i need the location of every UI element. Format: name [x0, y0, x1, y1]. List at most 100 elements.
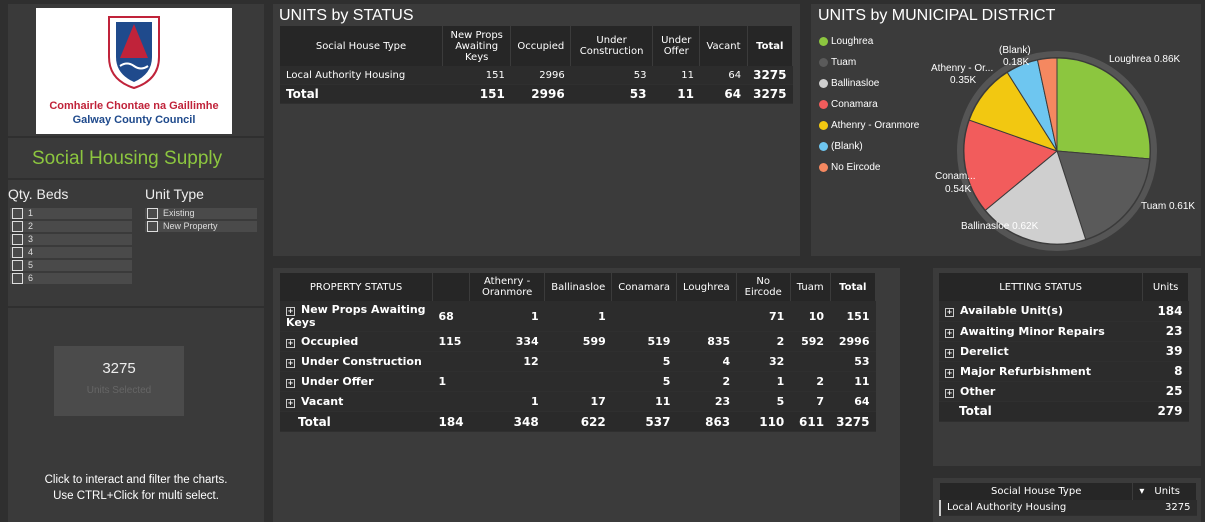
- checkbox-icon[interactable]: [12, 221, 23, 233]
- checkbox-icon[interactable]: [12, 208, 23, 220]
- letting-cell[interactable]: + Available Unit(s): [939, 301, 1143, 322]
- units-by-status-table[interactable]: Social House Type New Props Awaiting Keys…: [280, 26, 794, 104]
- property-cell[interactable]: + New Props Awaiting Keys: [280, 301, 433, 332]
- property-col-header[interactable]: Ballinasloe: [544, 273, 613, 301]
- letting-status-table[interactable]: LETTING STATUS Units + Available Unit(s) 18…: [939, 273, 1189, 422]
- letting-cell[interactable]: + Major Refurbishment: [939, 361, 1143, 382]
- property-cell: 5: [611, 371, 677, 392]
- slicer-panel: Qty. Beds 1 2 3 4 5 6 Unit Type Existing New P…: [8, 180, 264, 306]
- checkbox-icon[interactable]: [147, 221, 158, 233]
- table-row[interactable]: + Under Offer 1 5 2 1 2 11: [280, 371, 876, 392]
- beds-option[interactable]: 4: [10, 247, 132, 259]
- expand-icon[interactable]: +: [945, 368, 954, 378]
- pie-slice-loughrea[interactable]: [1056, 57, 1151, 160]
- checkbox-icon[interactable]: [12, 234, 23, 246]
- card-panel: 3275 Units Selected Click to interact an…: [8, 308, 264, 522]
- status-col-header[interactable]: Social House Type: [280, 26, 443, 66]
- table-row[interactable]: + Vacant 1 17 11 23 5 7 64: [280, 391, 876, 412]
- property-cell: 835: [676, 331, 737, 352]
- pie-label-tuam: Tuam 0.61K: [1141, 201, 1196, 212]
- letting-cell[interactable]: + Derelict: [939, 341, 1143, 362]
- letting-cell-units: 184: [1142, 301, 1189, 322]
- beds-slicer-title: Qty. Beds: [8, 186, 69, 202]
- checkbox-icon[interactable]: [12, 273, 23, 285]
- property-total-cell: 863: [676, 411, 737, 432]
- property-cell: 2: [736, 331, 791, 352]
- status-col-header[interactable]: New Props Awaiting Keys: [442, 26, 512, 66]
- expand-icon[interactable]: +: [945, 308, 954, 318]
- bottom-row-type[interactable]: Local Authority Housing: [939, 500, 1133, 516]
- status-col-header[interactable]: Under Construction: [570, 26, 653, 66]
- expand-icon[interactable]: +: [945, 328, 954, 338]
- status-col-header[interactable]: Total: [747, 26, 794, 66]
- expand-icon[interactable]: +: [286, 399, 295, 408]
- status-cell: 2996: [510, 66, 571, 85]
- property-cell: 4: [676, 351, 737, 372]
- property-cell: 17: [544, 391, 612, 412]
- property-total-cell: Total: [280, 411, 433, 432]
- table-row[interactable]: + Under Construction 12 5 4 32 53: [280, 351, 876, 372]
- status-cell[interactable]: Local Authority Housing: [280, 66, 443, 85]
- property-cell[interactable]: + Under Offer: [280, 371, 433, 392]
- page-title: Social Housing Supply: [32, 148, 223, 169]
- property-cell: 592: [790, 331, 831, 352]
- beds-option[interactable]: 1: [10, 208, 132, 220]
- units-by-status-title: UNITS by STATUS: [279, 7, 414, 24]
- property-cell[interactable]: + Occupied: [280, 331, 433, 352]
- status-col-header[interactable]: Under Offer: [652, 26, 701, 66]
- unit-type-option[interactable]: Existing: [145, 208, 257, 220]
- status-col-header[interactable]: Occupied: [510, 26, 572, 66]
- expand-icon[interactable]: +: [286, 307, 295, 316]
- status-cell: 11: [652, 66, 700, 85]
- property-cell: [432, 351, 470, 372]
- property-col-header[interactable]: Conamara: [611, 273, 677, 301]
- beds-option[interactable]: 3: [10, 234, 132, 246]
- expand-icon[interactable]: +: [286, 379, 295, 388]
- property-status-table[interactable]: PROPERTY STATUS Athenry - Oranmore Ballina…: [280, 273, 877, 432]
- letting-cell[interactable]: + Other: [939, 381, 1143, 402]
- bottom-header-units[interactable]: ▾ Units: [1132, 483, 1197, 500]
- table-row[interactable]: + Other 25: [939, 381, 1189, 402]
- property-cell[interactable]: + Vacant: [280, 391, 433, 412]
- checkbox-icon[interactable]: [12, 260, 23, 272]
- table-row[interactable]: + Derelict 39: [939, 341, 1189, 362]
- table-row[interactable]: + Occupied 115 334 599 519 835 2 592 2996: [280, 331, 876, 352]
- letting-col-header[interactable]: Units: [1142, 273, 1189, 301]
- status-total-cell: 11: [652, 84, 700, 104]
- beds-option[interactable]: 6: [10, 273, 132, 285]
- property-cell: 2996: [830, 331, 876, 352]
- property-col-header[interactable]: No Eircode: [736, 273, 791, 301]
- pie-label-loughrea: Loughrea 0.86K: [1109, 54, 1181, 65]
- property-col-header[interactable]: Total: [830, 273, 877, 301]
- unit-type-option[interactable]: New Property: [145, 221, 257, 233]
- property-cell: [676, 301, 737, 332]
- letting-cell-units: 39: [1142, 341, 1189, 362]
- letting-cell[interactable]: + Awaiting Minor Repairs: [939, 321, 1143, 342]
- beds-option[interactable]: 5: [10, 260, 132, 272]
- sort-desc-icon[interactable]: ▾: [1139, 486, 1144, 497]
- property-col-header[interactable]: Tuam: [790, 273, 831, 301]
- property-cell[interactable]: + Under Construction: [280, 351, 433, 372]
- bottom-header-type[interactable]: Social House Type: [940, 483, 1134, 500]
- table-row[interactable]: + Major Refurbishment 8: [939, 361, 1189, 382]
- checkbox-icon[interactable]: [147, 208, 158, 220]
- property-col-header[interactable]: Loughrea: [676, 273, 737, 301]
- property-col-header[interactable]: [432, 273, 471, 301]
- pie-label-athenry-1: Athenry - Or...: [931, 63, 994, 74]
- expand-icon[interactable]: +: [945, 388, 954, 398]
- property-col-header[interactable]: PROPERTY STATUS: [280, 273, 433, 301]
- units-selected-card[interactable]: 3275 Units Selected: [54, 346, 184, 416]
- property-cell: 68: [432, 301, 470, 332]
- property-col-header[interactable]: Athenry - Oranmore: [469, 273, 546, 301]
- social-house-type-table[interactable]: Social House Type ▾ Units Local Authority…: [939, 483, 1197, 516]
- beds-option[interactable]: 2: [10, 221, 132, 233]
- letting-col-header[interactable]: LETTING STATUS: [939, 273, 1144, 301]
- expand-icon[interactable]: +: [286, 359, 295, 368]
- expand-icon[interactable]: +: [945, 348, 954, 358]
- table-row[interactable]: + Awaiting Minor Repairs 23: [939, 321, 1189, 342]
- table-row[interactable]: + New Props Awaiting Keys 68 1 1 71 10 151: [280, 301, 876, 332]
- expand-icon[interactable]: +: [286, 339, 295, 348]
- checkbox-icon[interactable]: [12, 247, 23, 259]
- table-row[interactable]: + Available Unit(s) 184: [939, 301, 1189, 322]
- status-col-header[interactable]: Vacant: [699, 26, 748, 66]
